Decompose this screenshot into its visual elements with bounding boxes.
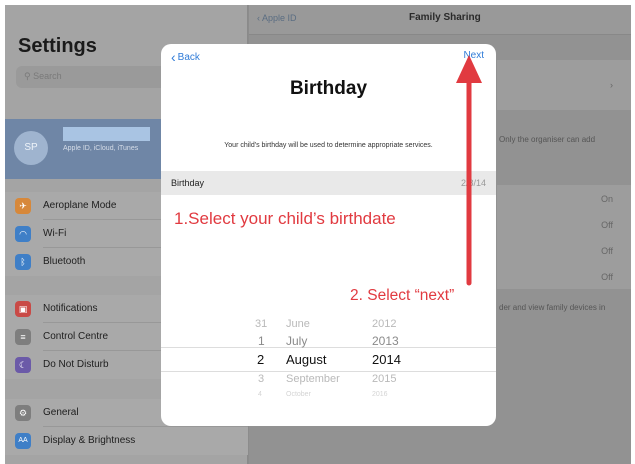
annotation-arrow (456, 55, 482, 286)
annotation-step-2: 2. Select “next” (350, 287, 455, 304)
arrow-head (456, 55, 482, 83)
annotation-step-1: 1.Select your child’s birthdate (174, 209, 396, 228)
